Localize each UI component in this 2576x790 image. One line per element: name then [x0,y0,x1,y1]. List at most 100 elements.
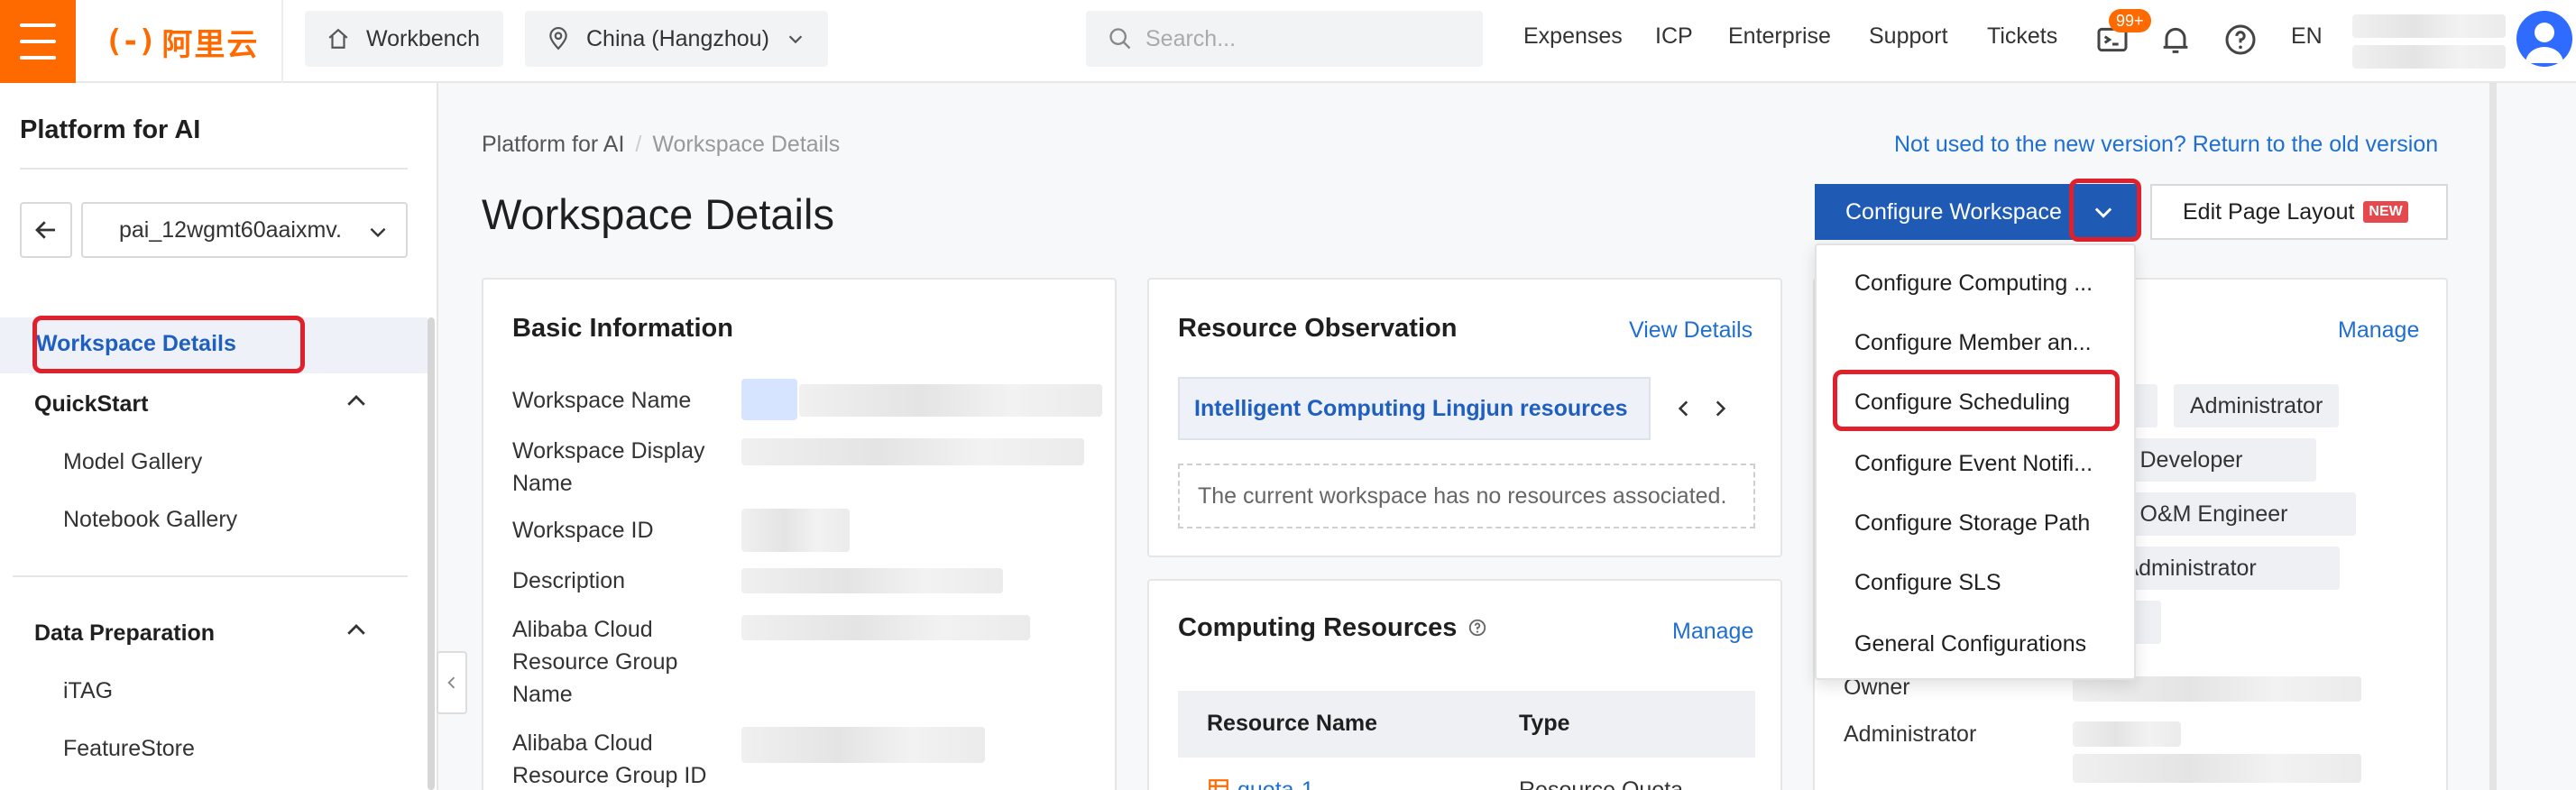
sidebar-collapse-button[interactable] [437,651,467,714]
search-icon [1109,28,1131,50]
sidebar-group-quickstart[interactable]: QuickStart [34,391,148,418]
sidebar-title: Platform for AI [20,115,201,144]
home-icon [328,28,348,49]
chevron-down-icon [2094,207,2112,218]
resource-group-id-blurred [741,727,985,763]
help-icon[interactable] [1467,618,1487,638]
new-badge: NEW [2363,201,2408,223]
search-field[interactable] [1086,11,1483,67]
chevron-down-icon [788,35,803,44]
top-navigation-bar: (-) 阿里云 Workbench China (Hangzhou) Expen… [0,0,2576,83]
help-icon[interactable] [2222,22,2259,58]
lingjun-resources-label: Intelligent Computing Lingjun resources [1194,395,1628,421]
account-id-blurred [2352,45,2506,69]
menu-item-configure-scheduling[interactable]: Configure Scheduling [1854,390,2116,416]
tickets-link[interactable]: Tickets [1987,23,2057,50]
support-link[interactable]: Support [1869,23,1948,50]
label-description: Description [512,568,626,593]
workbench-label: Workbench [366,25,480,51]
icp-link[interactable]: ICP [1655,23,1693,50]
workspace-name: pai_12wgmt60aaixmv. [119,216,342,243]
hamburger-menu-button[interactable] [0,0,76,83]
logo-mark: (-) [105,23,156,60]
lingjun-resources-tab[interactable]: Intelligent Computing Lingjun resources [1178,377,1651,440]
breadcrumb: Platform for AI / Workspace Details [482,132,841,157]
menu-item-general-configurations[interactable]: General Configurations [1854,631,2116,657]
menu-item-configure-computing[interactable]: Configure Computing ... [1854,271,2116,297]
enterprise-link[interactable]: Enterprise [1728,23,1831,50]
sidebar-scrollbar[interactable] [428,317,435,790]
menu-item-configure-event-notification[interactable]: Configure Event Notifi... [1854,451,2116,477]
description-blurred [741,568,1003,593]
configure-workspace-dropdown-toggle[interactable] [2071,184,2136,240]
back-button[interactable] [20,202,72,258]
label-resource-group-id: Alibaba Cloud Resource Group ID [512,730,707,788]
sidebar-item-workspace-details-label: Workspace Details [36,331,236,356]
menu-item-configure-sls[interactable]: Configure SLS [1854,570,2116,596]
workspace-name-blurred [799,384,1102,417]
resource-observation-card: Resource Observation View Details Intell… [1147,278,1782,557]
view-details-link[interactable]: View Details [1629,317,1753,344]
sidebar-group-data-preparation[interactable]: Data Preparation [34,620,215,647]
resource-row-type: Resource Quota [1519,777,1684,790]
menu-item-configure-storage-path[interactable]: Configure Storage Path [1854,510,2116,537]
manage-computing-link[interactable]: Manage [1672,619,1753,645]
app-root: (-) 阿里云 Workbench China (Hangzhou) Expen… [0,0,2576,790]
edit-page-layout-label: Edit Page Layout [2183,198,2355,225]
workspace-display-name-blurred [741,438,1084,465]
notification-badge: 99+ [2109,9,2151,32]
label-workspace-id: Workspace ID [512,518,654,543]
workspace-id-blurred [741,509,850,552]
administrator-blurred-2 [2073,754,2361,783]
label-resource-group-name: Alibaba Cloud Resource Group Name [512,617,678,707]
chevron-left-icon [447,676,455,689]
no-resources-text: The current workspace has no resources a… [1198,482,1727,509]
breadcrumb-item-current: Workspace Details [652,132,841,157]
chevron-right-icon[interactable] [1708,397,1732,420]
sidebar: Platform for AI pai_12wgmt60aaixmv. Work… [0,83,438,790]
chevron-left-icon[interactable] [1672,397,1696,420]
configure-workspace-label: Configure Workspace [1845,198,2062,225]
account-name-blurred[interactable] [2352,14,2506,38]
old-version-link[interactable]: Not used to the new version? Return to t… [1894,132,2438,158]
role-tag-administrator: Administrator [2174,384,2340,427]
search-input[interactable] [1145,25,1470,52]
configure-workspace-menu: Configure Computing ... Configure Member… [1815,243,2136,680]
alibaba-cloud-logo[interactable]: (-) 阿里云 [105,20,259,63]
page-scrollbar[interactable] [2489,83,2497,790]
avatar[interactable] [2516,11,2572,67]
sidebar-item-notebook-gallery[interactable]: Notebook Gallery [63,507,237,533]
region-selector[interactable]: China (Hangzhou) [525,11,828,67]
basic-information-card: Basic Information Workspace Name Workspa… [482,278,1117,790]
edit-page-layout-button[interactable]: Edit Page Layout NEW [2150,184,2448,240]
basic-information-title: Basic Information [512,314,733,343]
expenses-link[interactable]: Expenses [1523,23,1623,50]
label-administrator: Administrator [1844,721,1977,747]
sidebar-item-model-gallery[interactable]: Model Gallery [63,449,202,475]
chevron-up-icon[interactable] [343,388,370,415]
menu-item-configure-members[interactable]: Configure Member an... [1854,330,2116,356]
language-switch[interactable]: EN [2291,23,2323,50]
owner-blurred [2073,676,2361,702]
chevron-up-icon[interactable] [343,617,370,644]
breadcrumb-item-platform[interactable]: Platform for AI [482,132,624,157]
workspace-selector[interactable]: pai_12wgmt60aaixmv. [81,202,408,258]
manage-members-link[interactable]: Manage [2338,317,2419,344]
resource-observation-title: Resource Observation [1178,314,1458,343]
no-resources-message: The current workspace has no resources a… [1178,464,1755,528]
sidebar-item-itag[interactable]: iTAG [63,678,113,704]
administrator-blurred-1 [2073,721,2181,747]
chevron-down-icon [370,227,386,238]
column-type: Type [1519,711,1570,736]
region-label: China (Hangzhou) [586,25,769,51]
resource-row-name[interactable]: quota-1 [1207,777,1314,790]
sidebar-item-featurestore[interactable]: FeatureStore [63,736,195,762]
quota-icon [1209,779,1228,790]
resources-table-header: Resource Name Type [1178,691,1755,758]
arrow-left-icon [35,221,55,239]
bell-icon[interactable] [2157,22,2194,58]
resource-group-name-blurred [741,615,1030,640]
workbench-button[interactable]: Workbench [305,11,503,67]
page-title: Workspace Details [482,190,834,238]
computing-resources-title: Computing Resources [1178,613,1487,643]
